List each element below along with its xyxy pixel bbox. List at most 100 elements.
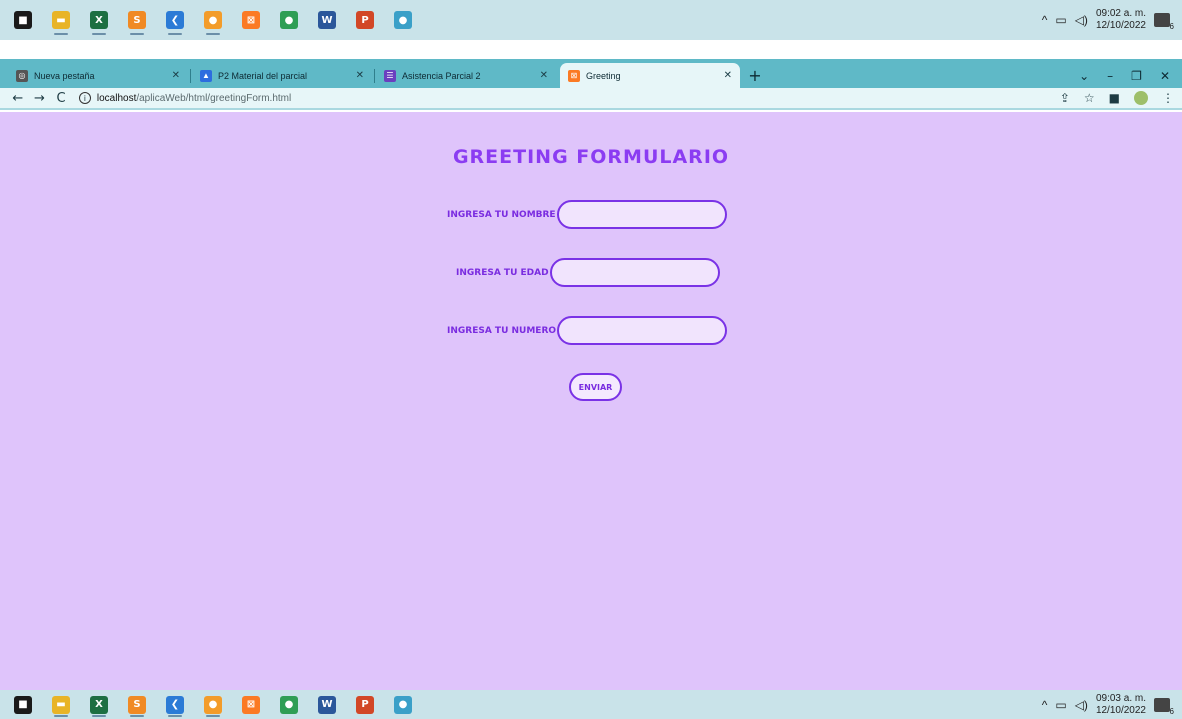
url-host: localhost bbox=[96, 92, 137, 104]
volume-icon[interactable]: ◁) bbox=[1075, 13, 1088, 27]
start-icon: ■ bbox=[14, 695, 32, 714]
running-indicator bbox=[168, 33, 182, 35]
clock[interactable]: 09:03 a. m. 12/10/2022 bbox=[1096, 693, 1146, 717]
number-label: Ingresa tu numero bbox=[447, 325, 557, 336]
clock[interactable]: 09:02 a. m. 12/10/2022 bbox=[1096, 8, 1146, 32]
close-tab-icon[interactable]: ✕ bbox=[540, 70, 548, 81]
bookmark-star-icon[interactable]: ☆ bbox=[1084, 91, 1095, 105]
close-tab-icon[interactable]: ✕ bbox=[724, 70, 732, 81]
running-indicator bbox=[54, 714, 68, 717]
running-indicator bbox=[130, 714, 144, 717]
taskbar-app-button[interactable]: ⊠ bbox=[236, 3, 266, 37]
taskbar-app-button[interactable]: ❮ bbox=[160, 691, 190, 719]
taskbar-app-button[interactable]: ■ bbox=[8, 3, 38, 37]
browser-tabstrip: ◎ Nueva pestaña ✕ ▲ P2 Material del parcial ✕… bbox=[0, 59, 1182, 88]
forward-icon[interactable]: → bbox=[30, 91, 50, 106]
taskbar-app-button[interactable]: ● bbox=[388, 3, 418, 37]
clock-date: 12/10/2022 bbox=[1095, 20, 1146, 31]
taskbar-app-button[interactable]: ● bbox=[198, 3, 228, 37]
taskbar-app-button[interactable]: ❮ bbox=[160, 3, 190, 37]
file-explorer-icon: ▬ bbox=[52, 695, 70, 714]
browser-toolbar: ← → C i localhost/aplicaWeb/html/greetin… bbox=[0, 88, 1182, 110]
name-field-row: Ingresa tu nombre bbox=[447, 200, 727, 229]
browser-tab[interactable]: ◎ Nueva pestaña ✕ bbox=[8, 63, 191, 88]
desktop-gap bbox=[0, 40, 1182, 59]
browser-tab[interactable]: ▲ P2 Material del parcial ✕ bbox=[192, 63, 375, 88]
word-icon: W bbox=[318, 695, 336, 714]
taskbar-app-button[interactable]: W bbox=[312, 691, 342, 719]
taskbar-app-button[interactable]: X bbox=[84, 691, 114, 719]
favicon-icon: ▲ bbox=[200, 69, 212, 82]
taskbar-app-button[interactable]: S bbox=[122, 3, 152, 37]
firefox-icon: ● bbox=[204, 695, 222, 714]
browser-tab[interactable]: ☰ Asistencia Parcial 2 ✕ bbox=[376, 63, 556, 88]
taskbar-app-button[interactable]: ■ bbox=[8, 691, 38, 719]
clock-date: 12/10/2022 bbox=[1095, 704, 1146, 716]
name-input[interactable] bbox=[556, 200, 727, 229]
taskbar-app-button[interactable]: X bbox=[84, 3, 114, 37]
taskbar-app-button[interactable]: P bbox=[350, 691, 380, 719]
new-tab-button[interactable]: + bbox=[744, 63, 766, 88]
age-input[interactable] bbox=[549, 258, 720, 287]
running-indicator bbox=[206, 33, 220, 35]
xampp-icon: ⊠ bbox=[242, 11, 260, 29]
start-icon: ■ bbox=[14, 11, 32, 29]
tab-title: Nueva pestaña bbox=[34, 70, 95, 81]
running-indicator bbox=[54, 33, 68, 35]
taskbar-apps: ■ ▬ X S ❮ ● ⊠ ● W P ● bbox=[0, 691, 426, 719]
sublime-text-icon: S bbox=[128, 11, 146, 29]
network-icon[interactable]: ▭ bbox=[1055, 13, 1066, 27]
notifications-icon[interactable] bbox=[1154, 13, 1174, 31]
window-controls: ⌄ – ❐ ✕ bbox=[1079, 63, 1182, 88]
address-bar[interactable]: i localhost/aplicaWeb/html/greetingForm.… bbox=[78, 88, 1060, 108]
taskbar-app-button[interactable]: ● bbox=[388, 691, 418, 719]
chevron-up-icon[interactable]: ^ bbox=[1042, 13, 1048, 27]
submit-button[interactable]: Enviar bbox=[569, 373, 622, 401]
clock-time: 09:03 a. m. bbox=[1095, 692, 1146, 704]
taskbar-app-button[interactable]: ⊠ bbox=[236, 691, 266, 719]
restore-button[interactable]: ❐ bbox=[1131, 69, 1142, 83]
taskbar-app-button[interactable]: ● bbox=[274, 3, 304, 37]
favicon-icon: ◎ bbox=[16, 69, 28, 82]
tab-list: ◎ Nueva pestaña ✕ ▲ P2 Material del parcial ✕… bbox=[8, 63, 744, 88]
reload-icon[interactable]: C bbox=[51, 91, 71, 106]
share-icon[interactable]: ⇪ bbox=[1060, 91, 1070, 105]
running-indicator bbox=[130, 33, 144, 35]
minimize-button[interactable]: – bbox=[1107, 69, 1113, 83]
volume-icon[interactable]: ◁) bbox=[1075, 698, 1088, 712]
excel-icon: X bbox=[90, 695, 108, 714]
vscode-icon: ❮ bbox=[166, 695, 184, 714]
age-label: Ingresa tu edad bbox=[456, 267, 549, 278]
running-indicator bbox=[168, 714, 182, 717]
side-panel-icon[interactable]: ■ bbox=[1109, 91, 1120, 105]
profile-avatar[interactable] bbox=[1134, 91, 1149, 105]
number-input[interactable] bbox=[557, 316, 728, 345]
chrome-icon: ● bbox=[280, 695, 298, 714]
chrome-canary-icon: ● bbox=[394, 11, 412, 29]
taskbar-app-button[interactable]: S bbox=[122, 691, 152, 719]
taskbar-app-button[interactable]: W bbox=[312, 3, 342, 37]
system-tray: ^ ▭ ◁) 09:02 a. m. 12/10/2022 bbox=[1042, 8, 1182, 32]
back-icon[interactable]: ← bbox=[8, 91, 28, 106]
running-indicator bbox=[206, 714, 220, 717]
close-tab-icon[interactable]: ✕ bbox=[172, 70, 180, 81]
info-icon[interactable]: i bbox=[78, 92, 91, 104]
notifications-icon[interactable] bbox=[1154, 697, 1174, 716]
tab-search-icon[interactable]: ⌄ bbox=[1079, 69, 1089, 83]
toolbar-actions: ⇪ ☆ ■ ⋮ bbox=[1060, 91, 1174, 105]
close-window-button[interactable]: ✕ bbox=[1160, 69, 1170, 83]
tab-title: Greeting bbox=[586, 70, 621, 81]
taskbar-app-button[interactable]: P bbox=[350, 3, 380, 37]
menu-kebab-icon[interactable]: ⋮ bbox=[1162, 91, 1174, 105]
browser-tab[interactable]: ⊠ Greeting ✕ bbox=[560, 63, 740, 88]
taskbar-app-button[interactable]: ▬ bbox=[46, 691, 76, 719]
running-indicator bbox=[92, 714, 106, 717]
url-path: /aplicaWeb/html/greetingForm.html bbox=[136, 92, 292, 104]
chevron-up-icon[interactable]: ^ bbox=[1042, 698, 1048, 712]
network-icon[interactable]: ▭ bbox=[1055, 698, 1066, 712]
taskbar-app-button[interactable]: ● bbox=[274, 691, 304, 719]
page-title: Greeting Formulario bbox=[452, 146, 730, 168]
close-tab-icon[interactable]: ✕ bbox=[356, 70, 364, 81]
taskbar-app-button[interactable]: ▬ bbox=[46, 3, 76, 37]
taskbar-app-button[interactable]: ● bbox=[198, 691, 228, 719]
